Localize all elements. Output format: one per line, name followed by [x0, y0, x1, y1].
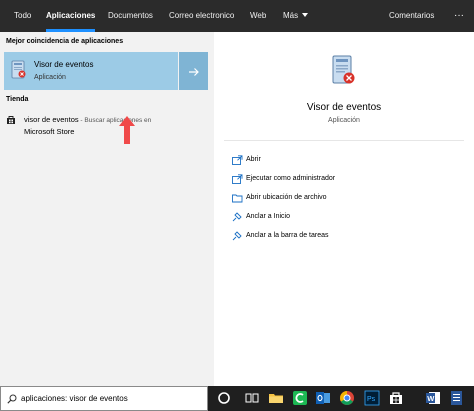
feedback-link[interactable]: Comentarios: [389, 0, 434, 32]
store-header: Tienda: [6, 96, 29, 103]
word-doc-icon[interactable]: [448, 390, 464, 406]
action-open-label: Abrir: [246, 156, 261, 163]
outlook-icon[interactable]: [315, 390, 331, 406]
chrome-icon[interactable]: [339, 390, 355, 406]
open-icon: [232, 155, 243, 165]
best-match-name: Visor de eventos: [34, 60, 94, 69]
arrow-right-icon: [188, 67, 199, 76]
tab-more-label: Más: [283, 11, 299, 20]
preview-title: Visor de eventos: [306, 102, 382, 113]
tab-documents[interactable]: Documentos: [108, 0, 153, 32]
pin-icon: [232, 231, 242, 241]
folder-icon: [232, 194, 243, 203]
action-pin-to-start-label: Anclar a Inicio: [246, 213, 290, 220]
tab-email[interactable]: Correo electronico: [169, 0, 234, 32]
run-as-admin-icon: [232, 174, 243, 184]
search-input[interactable]: [21, 390, 201, 407]
taskbar: Ps W: [0, 386, 474, 411]
store-icon[interactable]: [388, 390, 404, 406]
taskbar-search-box[interactable]: [0, 386, 208, 411]
results-pane: Mejor coincidencia de aplicaciones Visor…: [0, 32, 214, 386]
chevron-down-icon: [302, 13, 309, 17]
search-filter-bar: Todo Aplicaciones Documentos Correo elec…: [0, 0, 474, 32]
divider: [224, 140, 464, 141]
best-match-type: Aplicación: [34, 74, 66, 81]
cortana-circle-icon[interactable]: [216, 390, 232, 406]
tab-more[interactable]: Más: [283, 0, 309, 32]
file-explorer-icon[interactable]: [268, 390, 284, 406]
word-icon[interactable]: W: [425, 390, 441, 406]
best-match-result[interactable]: Visor de eventos Aplicación: [4, 52, 178, 90]
preview-subtitle: Aplicación: [328, 117, 360, 124]
expand-arrow-button[interactable]: [179, 52, 208, 90]
preview-pane: Visor de eventos Aplicación Abrir Ejecut…: [214, 32, 474, 386]
store-result-suffix: - Buscar aplicaciones en: [78, 117, 152, 124]
store-result-text: visor de eventos - Buscar aplicaciones e…: [24, 114, 204, 137]
store-result-name: visor de eventos: [24, 115, 79, 124]
tab-apps[interactable]: Aplicaciones: [46, 0, 96, 32]
pin-icon: [232, 212, 242, 222]
action-open-file-location-label: Abrir ubicación de archivo: [246, 194, 327, 201]
best-match-header: Mejor coincidencia de aplicaciones: [6, 38, 124, 45]
event-viewer-icon: [11, 60, 26, 79]
svg-text:Ps: Ps: [367, 396, 376, 403]
event-viewer-large-icon: [332, 55, 355, 84]
store-bag-icon: [7, 116, 15, 124]
action-run-as-admin-label: Ejecutar como administrador: [246, 175, 336, 182]
annotation-arrow-icon: [119, 116, 135, 144]
more-options-icon[interactable]: ···: [454, 0, 464, 32]
tab-web[interactable]: Web: [250, 0, 266, 32]
task-view-icon[interactable]: [244, 390, 260, 406]
action-pin-to-taskbar-label: Anclar a la barra de tareas: [246, 232, 329, 239]
photoshop-icon[interactable]: Ps: [364, 390, 380, 406]
svg-text:W: W: [427, 394, 435, 403]
camtasia-icon[interactable]: [292, 390, 308, 406]
search-icon: [7, 394, 17, 404]
store-result-line2: Microsoft Store: [24, 127, 75, 136]
tab-all[interactable]: Todo: [14, 0, 31, 32]
